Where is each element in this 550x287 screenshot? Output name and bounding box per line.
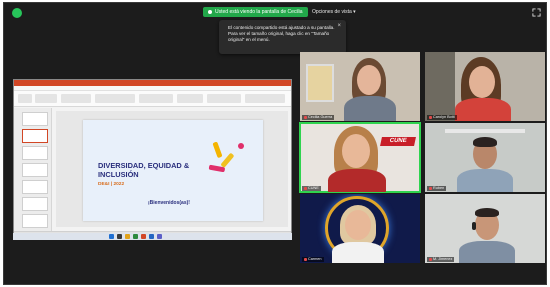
slide-subtitle: DE&I | 2022 — [98, 182, 125, 187]
ppt-ribbon — [14, 91, 291, 107]
fullscreen-icon[interactable] — [532, 8, 541, 17]
slide-thumbnail-pane — [14, 108, 52, 233]
participant-tile[interactable]: Carolyn Botti — [425, 52, 545, 121]
slide-title: DIVERSIDAD, EQUIDAD & INCLUSIÓN — [98, 161, 190, 179]
participant-name: Carmen — [302, 257, 324, 262]
windows-taskbar — [13, 233, 292, 240]
share-status-icon — [208, 9, 212, 14]
slide-thumbnail[interactable] — [22, 163, 48, 177]
close-icon[interactable]: × — [337, 23, 341, 29]
mic-muted-icon — [304, 257, 307, 261]
participant-name: Carolyn Botti — [427, 115, 457, 120]
participant-tile-active[interactable]: CUNE CUNE — [299, 122, 421, 193]
participant-name: Cecilia Guerra — [302, 115, 335, 120]
shared-screen[interactable]: DIVERSIDAD, EQUIDAD & INCLUSIÓN DE&I | 2… — [13, 79, 292, 238]
slide-thumbnail[interactable] — [22, 146, 48, 160]
shield-icon[interactable] — [12, 8, 22, 18]
slide-thumbnail[interactable] — [22, 112, 48, 126]
slide: DIVERSIDAD, EQUIDAD & INCLUSIÓN DE&I | 2… — [83, 120, 263, 221]
slide-welcome: ¡Bienvenidos(as)! — [148, 200, 190, 206]
share-label: Usted está viendo la pantalla de Cecilia — [215, 9, 303, 15]
participant-tile[interactable]: M. Jimenez — [425, 194, 545, 263]
fit-to-screen-tooltip: El contenido compartido está ajustado a … — [219, 20, 346, 54]
mic-muted-icon — [304, 186, 307, 190]
participant-tile[interactable]: Cecilia Guerra — [300, 52, 420, 121]
participant-name: Ruben — [427, 186, 447, 191]
slide-canvas: DIVERSIDAD, EQUIDAD & INCLUSIÓN DE&I | 2… — [56, 111, 288, 227]
mic-muted-icon — [304, 115, 307, 119]
participant-tile[interactable]: Carmen — [300, 194, 420, 263]
tooltip-message: El contenido compartido está ajustado a … — [228, 25, 335, 43]
mic-muted-icon — [429, 115, 432, 119]
slide-thumbnail[interactable] — [22, 180, 48, 194]
slide-thumbnail[interactable] — [22, 197, 48, 211]
cune-logo: CUNE — [380, 137, 416, 146]
screen-share-banner: Usted está viendo la pantalla de Cecilia — [203, 7, 308, 17]
view-options-label: Opciones de vista — [312, 9, 352, 15]
mic-muted-icon — [429, 186, 432, 190]
view-options-button[interactable]: Opciones de vista ▾ — [312, 7, 356, 17]
slide-logo-shapes — [208, 142, 244, 173]
slide-thumbnail[interactable] — [22, 214, 48, 228]
participant-name: CUNE — [302, 186, 321, 191]
participant-name: M. Jimenez — [427, 257, 455, 262]
chevron-down-icon: ▾ — [353, 9, 356, 15]
slide-thumbnail[interactable] — [22, 129, 48, 143]
mic-muted-icon — [429, 257, 432, 261]
participant-tile[interactable]: Ruben — [425, 123, 545, 192]
